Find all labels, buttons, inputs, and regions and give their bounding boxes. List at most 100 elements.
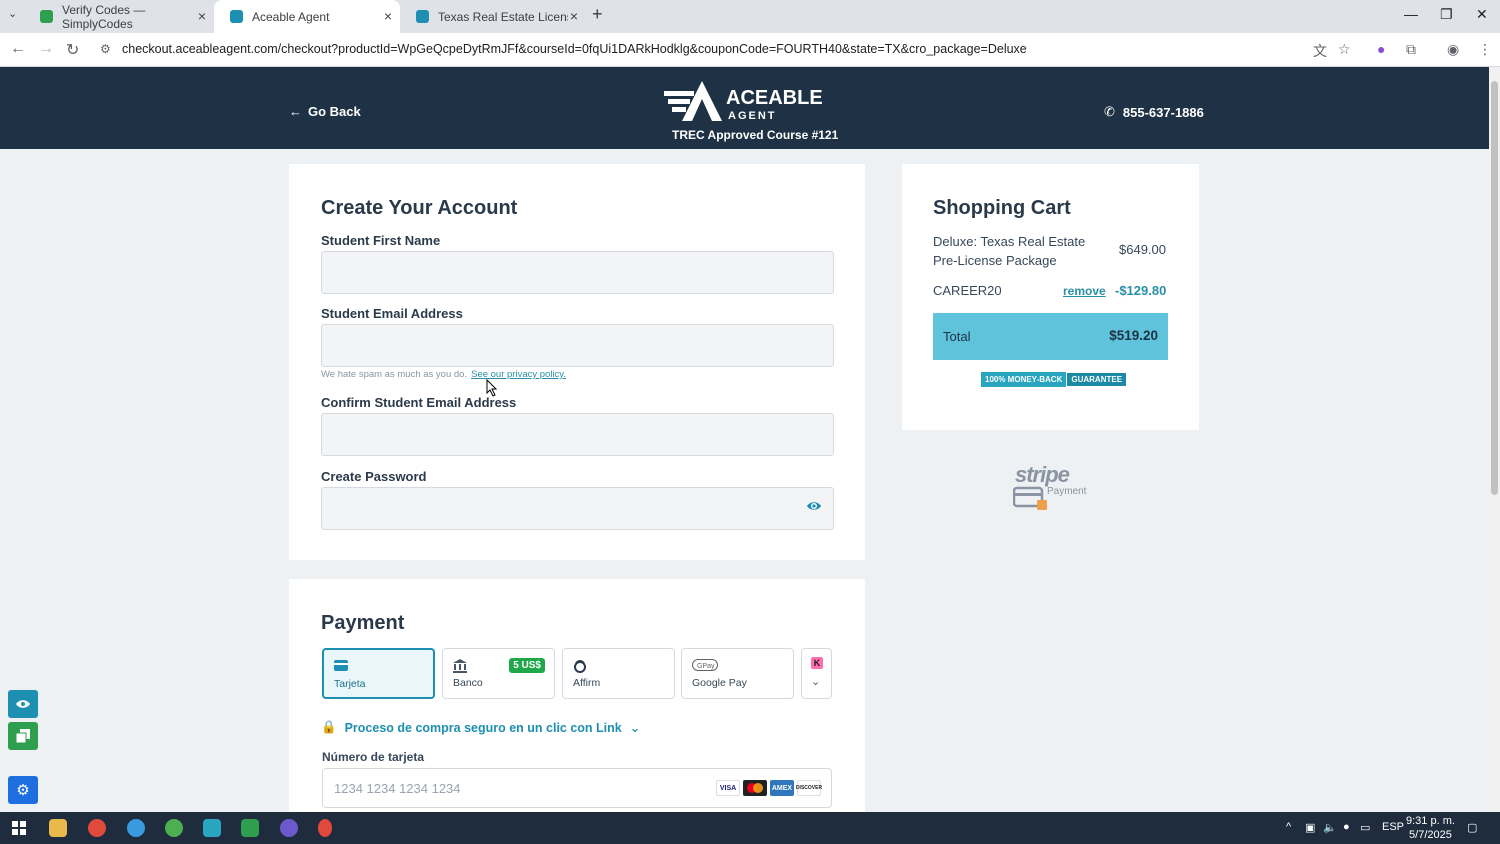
- browser-tabbar: ⌄ Verify Codes — SimplyCodes × Aceable A…: [0, 0, 1500, 33]
- stripe-logo: stripe: [1015, 462, 1070, 487]
- brand-sub: AGENT: [728, 110, 777, 121]
- page-scrollbar[interactable]: [1489, 67, 1500, 812]
- accessibility-eye-widget[interactable]: [8, 690, 38, 718]
- chrome-profile-icon[interactable]: [127, 819, 145, 837]
- show-password-eye-icon[interactable]: [806, 498, 822, 514]
- more-payment-methods-dropdown[interactable]: K ⌄: [801, 648, 832, 699]
- meet-now-icon[interactable]: ▣: [1305, 821, 1315, 834]
- tab-title: Aceable Agent: [252, 9, 330, 24]
- arrow-left-icon: ←: [289, 104, 302, 119]
- password-input[interactable]: [321, 487, 834, 530]
- volume-icon[interactable]: 🔈: [1323, 821, 1337, 834]
- copy-widget[interactable]: [8, 722, 38, 750]
- total-box: Total $519.20: [933, 313, 1168, 360]
- chrome-icon[interactable]: [88, 819, 106, 837]
- close-tab-icon[interactable]: ×: [198, 8, 206, 24]
- phone-link[interactable]: ✆ 855-637-1886: [1104, 104, 1204, 120]
- account-title: Create Your Account: [321, 197, 518, 219]
- chrome-alt-icon[interactable]: [165, 819, 183, 837]
- close-tab-icon[interactable]: ×: [384, 8, 392, 24]
- url-input[interactable]: checkout.aceableagent.com/checkout?produ…: [122, 42, 1027, 56]
- card-brands: VISA AMEX DISCOVER: [716, 780, 822, 796]
- menu-kebab-icon[interactable]: ⋮: [1478, 41, 1492, 58]
- chat-app-icon[interactable]: [280, 819, 298, 837]
- forward-icon[interactable]: →: [38, 40, 54, 58]
- chevron-down-icon: ⌄: [811, 676, 821, 688]
- extensions-puzzle-icon[interactable]: ⧉: [1406, 41, 1416, 58]
- password-label: Create Password: [321, 469, 427, 484]
- recorder-app-icon[interactable]: [318, 819, 332, 837]
- microphone-icon[interactable]: ●: [1343, 821, 1350, 833]
- go-back-link[interactable]: ← Go Back: [289, 104, 361, 119]
- restore-icon[interactable]: ❐: [1440, 6, 1453, 23]
- chevron-down-icon: ⌄: [629, 721, 641, 735]
- browser-tab-texas-course[interactable]: Texas Real Estate License Cours ×: [400, 0, 586, 33]
- payment-method-affirm[interactable]: Affirm: [562, 648, 675, 699]
- simplycodes-favicon-icon: [40, 10, 53, 23]
- klarna-icon: K: [811, 657, 823, 669]
- notifications-icon[interactable]: ▢: [1467, 821, 1477, 834]
- site-info-icon[interactable]: ⚙: [100, 42, 111, 56]
- extension-orb-icon[interactable]: ●: [1377, 41, 1385, 57]
- coupon-code: CAREER20: [933, 283, 1002, 298]
- email-input[interactable]: [321, 324, 834, 367]
- tab-title: Texas Real Estate License Cours: [438, 9, 568, 24]
- amex-icon: AMEX: [770, 780, 794, 796]
- first-name-input[interactable]: [321, 251, 834, 294]
- translate-icon[interactable]: 文: [1313, 41, 1327, 61]
- settings-widget[interactable]: ⚙: [8, 776, 38, 804]
- windows-taskbar: ^ ▣ 🔈 ● ▭ ESP 9:31 p. m. 5/7/2025 ▢: [0, 812, 1500, 844]
- bookmark-star-icon[interactable]: ☆: [1338, 41, 1351, 58]
- spam-hint: We hate spam as much as you do. See our p…: [321, 369, 566, 380]
- spreadsheet-app-icon[interactable]: [241, 819, 259, 837]
- back-icon[interactable]: ←: [10, 40, 26, 58]
- shield-app-icon[interactable]: [203, 819, 221, 837]
- card-lock-icon: [1013, 486, 1047, 510]
- tab-title: Verify Codes — SimplyCodes: [62, 2, 146, 31]
- aceable-favicon-icon: [416, 10, 429, 23]
- mouse-cursor-icon: [486, 379, 498, 397]
- confirm-email-input[interactable]: [321, 413, 834, 456]
- reload-icon[interactable]: ↻: [66, 40, 79, 60]
- email-label: Student Email Address: [321, 306, 463, 321]
- close-tab-icon[interactable]: ×: [570, 8, 578, 24]
- language-indicator[interactable]: ESP: [1382, 821, 1404, 833]
- tray-expand-icon[interactable]: ^: [1286, 821, 1291, 833]
- site-header: ← Go Back ACEABLE AGENT TREC Approved Co…: [0, 67, 1489, 149]
- guarantee-text-a: 100% MONEY-BACK: [981, 372, 1067, 387]
- browser-tab-simplycodes[interactable]: Verify Codes — SimplyCodes ×: [24, 0, 214, 33]
- stripe-payment-badge: stripe Payment: [1013, 462, 1093, 514]
- money-back-guarantee-badge: 100% MONEY-BACK GUARANTEE: [981, 372, 1128, 387]
- brand-name: ACEABLE: [726, 87, 823, 109]
- gear-icon: ⚙: [16, 782, 30, 799]
- minimize-icon[interactable]: —: [1404, 6, 1418, 22]
- bank-bonus-badge: 5 US$: [509, 658, 545, 673]
- close-window-icon[interactable]: ✕: [1476, 6, 1488, 23]
- card-number-input[interactable]: 1234 1234 1234 1234 VISA AMEX DISCOVER: [322, 768, 832, 808]
- payment-method-label: Affirm: [573, 677, 601, 689]
- lock-icon: 🔒: [321, 720, 337, 734]
- card-number-placeholder: 1234 1234 1234 1234: [334, 781, 461, 796]
- browser-tab-aceable[interactable]: Aceable Agent ×: [214, 0, 400, 33]
- payment-method-card[interactable]: Tarjeta: [322, 648, 435, 699]
- payment-method-google-pay[interactable]: GPay Google Pay: [681, 648, 794, 699]
- bank-icon: [453, 659, 467, 673]
- cart-item-name: Deluxe: Texas Real Estate Pre-License Pa…: [933, 234, 1086, 268]
- windows-start-icon[interactable]: [12, 821, 26, 835]
- first-name-label: Student First Name: [321, 233, 441, 248]
- network-icon[interactable]: ▭: [1360, 821, 1370, 834]
- payment-method-bank[interactable]: 5 US$ Banco: [442, 648, 555, 699]
- link-secure-checkout[interactable]: 🔒 Proceso de compra seguro en un clic co…: [321, 720, 640, 735]
- scrollbar-thumb[interactable]: [1491, 81, 1498, 495]
- profile-icon[interactable]: ◉: [1447, 41, 1459, 58]
- aceable-agent-logo[interactable]: ACEABLE AGENT: [664, 81, 826, 121]
- taskbar-clock[interactable]: 9:31 p. m. 5/7/2025: [1406, 814, 1455, 842]
- go-back-label: Go Back: [308, 104, 361, 119]
- spam-hint-text: We hate spam as much as you do.: [321, 369, 468, 380]
- new-tab-icon[interactable]: +: [592, 4, 603, 25]
- remove-coupon-link[interactable]: remove: [1063, 284, 1106, 298]
- payment-method-label: Tarjeta: [334, 678, 366, 690]
- file-explorer-icon[interactable]: [49, 819, 67, 837]
- tab-search-chevron-icon[interactable]: ⌄: [8, 7, 17, 20]
- payment-method-label: Google Pay: [692, 677, 747, 689]
